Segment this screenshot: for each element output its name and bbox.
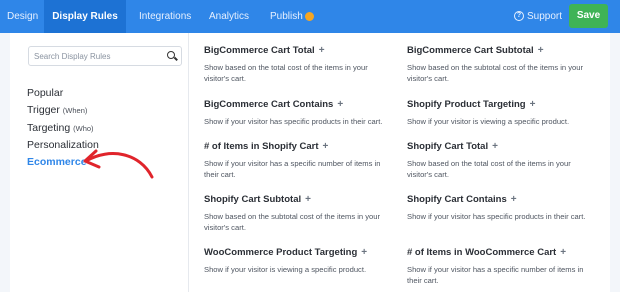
rule-card[interactable]: Shopify Cart Total + Show based on the to… bbox=[407, 141, 587, 180]
rule-card[interactable]: Shopify Cart Contains + Show if your visi… bbox=[407, 194, 587, 223]
rule-description: Show if your visitor has specific produc… bbox=[407, 212, 586, 221]
rule-card[interactable]: BigCommerce Cart Contains + Show if your … bbox=[204, 99, 384, 128]
rule-card[interactable]: WooCommerce Product Targeting + Show if y… bbox=[204, 247, 384, 276]
category-targeting[interactable]: Targeting (Who) bbox=[27, 122, 94, 134]
column-divider bbox=[188, 33, 189, 292]
tab-integrations[interactable]: Integrations bbox=[139, 0, 191, 33]
tab-publish[interactable]: Publish bbox=[270, 0, 303, 33]
rule-description: Show if your visitor has a specific numb… bbox=[407, 265, 584, 285]
add-rule-icon[interactable]: + bbox=[319, 45, 325, 56]
rule-description: Show based on the total cost of the item… bbox=[204, 63, 368, 83]
rule-card[interactable]: # of Items in WooCommerce Cart + Show if … bbox=[407, 247, 587, 286]
rule-card[interactable]: Shopify Product Targeting + Show if your … bbox=[407, 99, 587, 128]
add-rule-icon[interactable]: + bbox=[305, 194, 311, 205]
add-rule-icon[interactable]: + bbox=[538, 45, 544, 56]
add-rule-icon[interactable]: + bbox=[323, 141, 329, 152]
add-rule-icon[interactable]: + bbox=[337, 99, 343, 110]
rule-card[interactable]: # of Items in Shopify Cart + Show if your… bbox=[204, 141, 384, 180]
search-input[interactable]: Search Display Rules bbox=[28, 46, 182, 66]
category-trigger[interactable]: Trigger (When) bbox=[27, 104, 87, 116]
search-icon[interactable] bbox=[167, 51, 175, 59]
support-label: Support bbox=[527, 11, 563, 22]
save-button[interactable]: Save bbox=[569, 4, 608, 28]
rule-description: Show based on the subtotal cost of the i… bbox=[204, 212, 381, 232]
rule-title: Shopify Cart Subtotal bbox=[204, 194, 302, 205]
tab-display-rules[interactable]: Display Rules bbox=[44, 0, 126, 33]
add-rule-icon[interactable]: + bbox=[530, 99, 536, 110]
question-circle-icon: ? bbox=[514, 11, 524, 22]
rule-description: Show if your visitor is viewing a specif… bbox=[204, 265, 367, 274]
add-rule-icon[interactable]: + bbox=[560, 247, 566, 258]
tab-design[interactable]: Design bbox=[7, 0, 38, 33]
rule-description: Show if your visitor is viewing a specif… bbox=[407, 117, 570, 126]
add-rule-icon[interactable]: + bbox=[511, 194, 517, 205]
rule-card[interactable]: Shopify Cart Subtotal + Show based on the… bbox=[204, 194, 384, 233]
add-rule-icon[interactable]: + bbox=[361, 247, 367, 258]
rule-description: Show if your visitor has specific produc… bbox=[204, 117, 383, 126]
rule-title: BigCommerce Cart Total bbox=[204, 45, 315, 56]
display-rules-panel: Search Display Rules Popular Trigger (Wh… bbox=[10, 33, 610, 292]
top-nav: Design Display Rules Integrations Analyt… bbox=[0, 0, 620, 33]
category-popular[interactable]: Popular bbox=[27, 87, 63, 99]
rule-title: BigCommerce Cart Subtotal bbox=[407, 45, 534, 56]
add-rule-icon[interactable]: + bbox=[492, 141, 498, 152]
rule-title: Shopify Cart Contains bbox=[407, 194, 507, 205]
tab-analytics[interactable]: Analytics bbox=[209, 0, 249, 33]
rule-title: # of Items in Shopify Cart bbox=[204, 141, 319, 152]
rule-title: BigCommerce Cart Contains bbox=[204, 99, 334, 110]
search-placeholder: Search Display Rules bbox=[34, 52, 111, 61]
support-link[interactable]: ? Support bbox=[514, 0, 562, 33]
category-ecommerce[interactable]: Ecommerce bbox=[27, 156, 87, 168]
rule-description: Show based on the subtotal cost of the i… bbox=[407, 63, 584, 83]
publish-status-dot-icon bbox=[305, 12, 314, 21]
rule-description: Show based on the total cost of the item… bbox=[407, 159, 571, 179]
rule-title: WooCommerce Product Targeting bbox=[204, 247, 358, 258]
rule-card[interactable]: BigCommerce Cart Total + Show based on th… bbox=[204, 45, 384, 84]
rules-sidebar: Search Display Rules Popular Trigger (Wh… bbox=[10, 33, 188, 292]
annotation-arrow-icon bbox=[83, 149, 154, 179]
rule-card[interactable]: BigCommerce Cart Subtotal + Show based on… bbox=[407, 45, 587, 84]
rule-title: Shopify Cart Total bbox=[407, 141, 489, 152]
rule-title: # of Items in WooCommerce Cart bbox=[407, 247, 557, 258]
rule-title: Shopify Product Targeting bbox=[407, 99, 526, 110]
rule-description: Show if your visitor has a specific numb… bbox=[204, 159, 381, 179]
